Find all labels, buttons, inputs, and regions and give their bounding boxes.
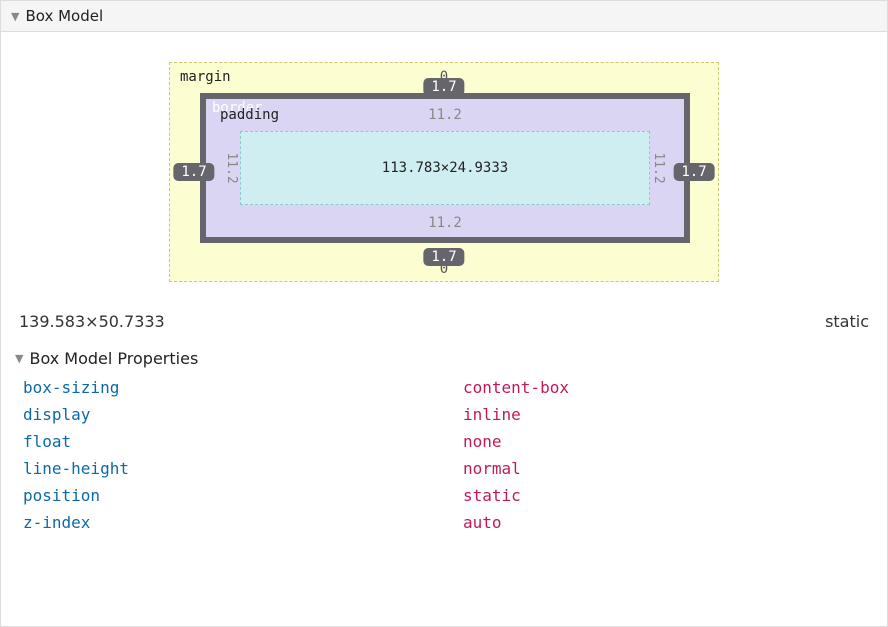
box-model-diagram: margin 0 0 0 0 border padding 11.2 11.2 … — [1, 32, 887, 302]
property-name: float — [23, 432, 463, 451]
content-region[interactable]: 113.783×24.9333 — [240, 131, 650, 205]
box-model-properties-title: Box Model Properties — [29, 349, 198, 368]
box-model-header[interactable]: ▼ Box Model — [1, 1, 887, 32]
padding-left-value[interactable]: 11.2 — [224, 152, 239, 183]
padding-label: padding — [220, 107, 279, 123]
margin-label: margin — [180, 69, 231, 85]
property-row[interactable]: positionstatic — [1, 482, 887, 509]
padding-top-value[interactable]: 11.2 — [428, 107, 462, 123]
border-top-value[interactable]: 1.7 — [423, 78, 464, 96]
chevron-down-icon: ▼ — [11, 10, 19, 23]
border-right-value[interactable]: 1.7 — [673, 163, 714, 181]
content-dimensions: 113.783×24.9333 — [382, 160, 508, 176]
box-model-title: Box Model — [25, 7, 103, 25]
element-dimensions: 139.583×50.7333 — [19, 312, 165, 331]
property-value: static — [463, 486, 521, 505]
property-name: position — [23, 486, 463, 505]
property-value: inline — [463, 405, 521, 424]
properties-list: box-sizingcontent-boxdisplayinlinefloatn… — [1, 374, 887, 536]
property-name: display — [23, 405, 463, 424]
property-row[interactable]: box-sizingcontent-box — [1, 374, 887, 401]
property-value: auto — [463, 513, 502, 532]
property-value: content-box — [463, 378, 569, 397]
property-row[interactable]: floatnone — [1, 428, 887, 455]
padding-bottom-value[interactable]: 11.2 — [428, 215, 462, 231]
property-row[interactable]: line-heightnormal — [1, 455, 887, 482]
property-name: z-index — [23, 513, 463, 532]
property-name: box-sizing — [23, 378, 463, 397]
property-value: none — [463, 432, 502, 451]
margin-region[interactable]: margin 0 0 0 0 border padding 11.2 11.2 … — [169, 62, 719, 282]
property-row[interactable]: displayinline — [1, 401, 887, 428]
property-value: normal — [463, 459, 521, 478]
padding-right-value[interactable]: 11.2 — [651, 152, 666, 183]
position-mode: static — [825, 312, 869, 331]
chevron-down-icon: ▼ — [15, 352, 23, 365]
border-bottom-value[interactable]: 1.7 — [423, 248, 464, 266]
padding-region[interactable]: padding 11.2 11.2 11.2 11.2 113.783×24.9… — [206, 99, 684, 237]
border-region[interactable]: border padding 11.2 11.2 11.2 11.2 113.7… — [200, 93, 690, 243]
property-row[interactable]: z-indexauto — [1, 509, 887, 536]
border-left-value[interactable]: 1.7 — [173, 163, 214, 181]
property-name: line-height — [23, 459, 463, 478]
box-model-properties-header[interactable]: ▼ Box Model Properties — [1, 349, 887, 374]
